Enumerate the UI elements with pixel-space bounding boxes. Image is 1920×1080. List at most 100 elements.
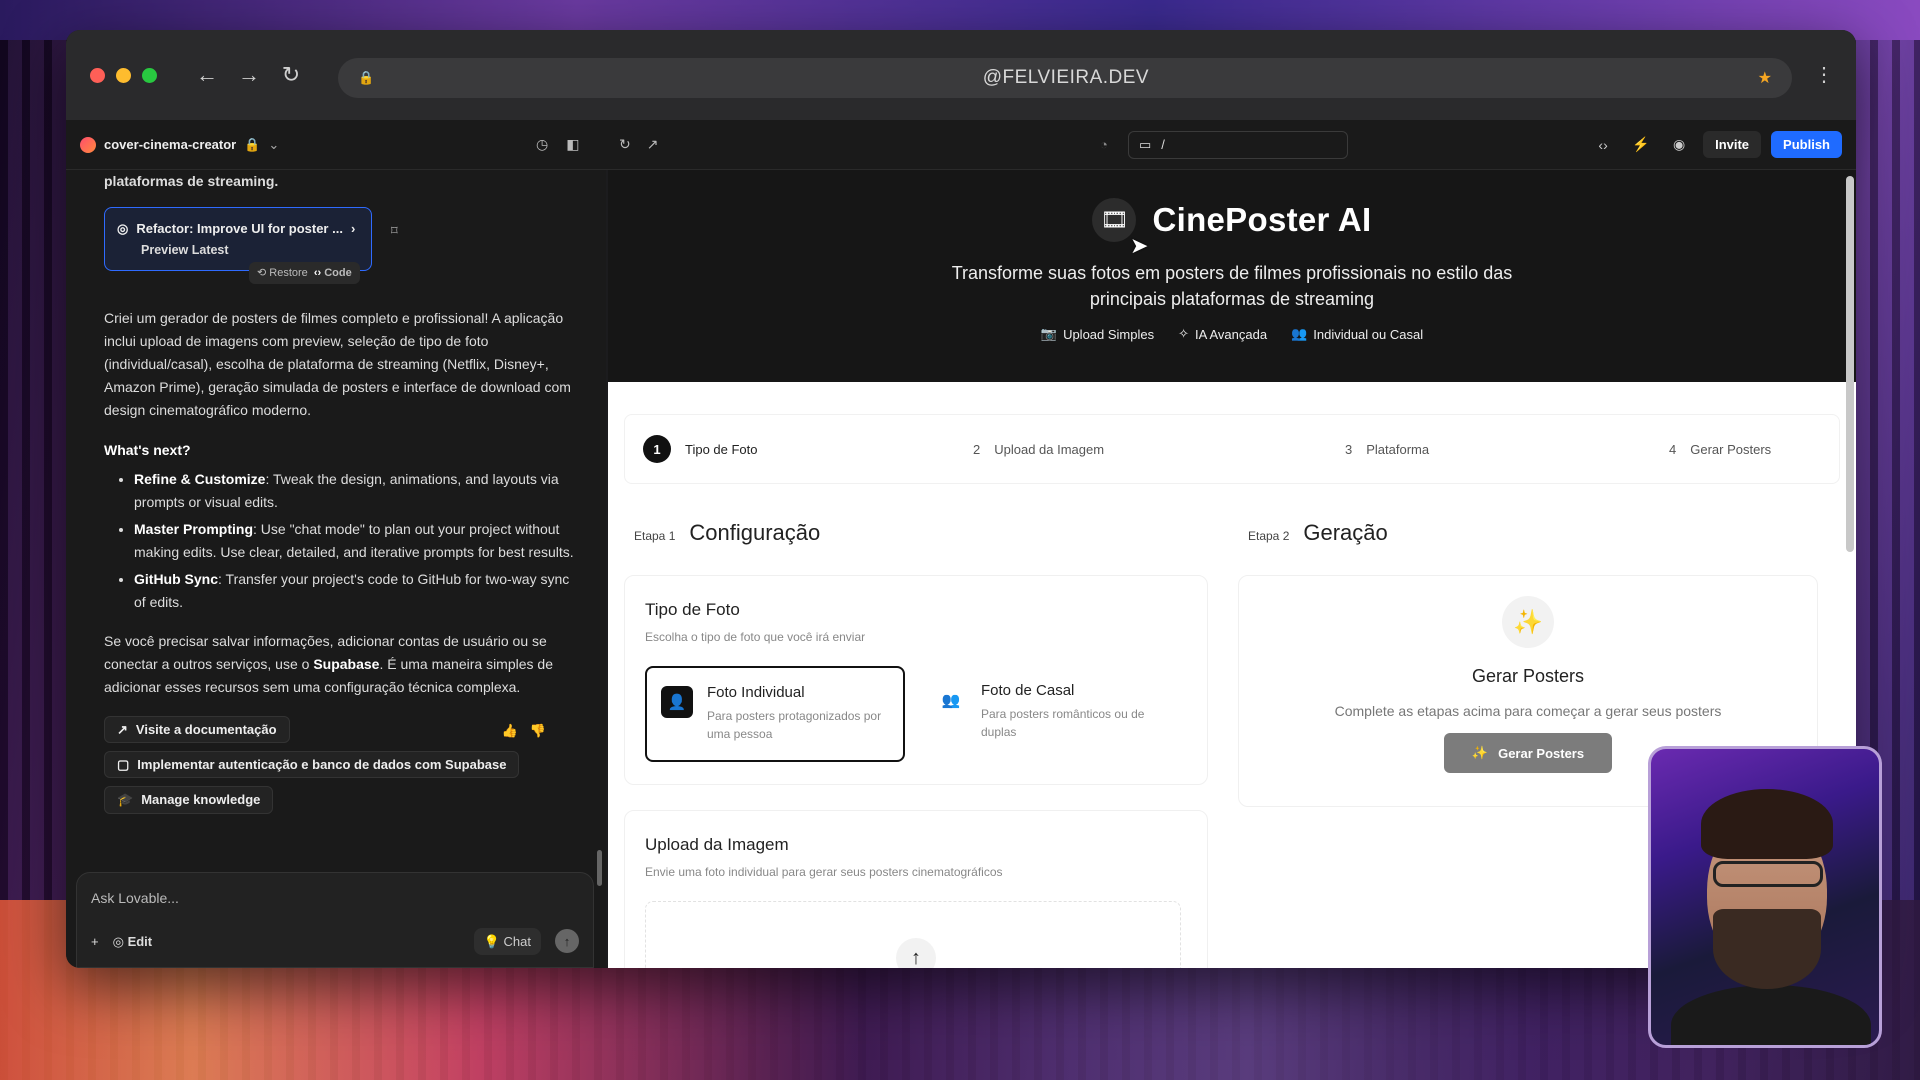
back-arrow-icon[interactable]: ← [193, 62, 221, 88]
tip-title: GitHub Sync [134, 571, 219, 588]
supabase-auth-chip[interactable]: ▢ Implementar autenticação e banco de dad… [104, 750, 520, 779]
step-3[interactable]: 3 Plataforma [1345, 442, 1669, 457]
composer-toolbar: + ◎ Edit 💡 Chat ↑ [91, 927, 579, 955]
magic-wand-icon: ✨ [1471, 745, 1489, 760]
open-external-icon[interactable]: ↗ [647, 136, 659, 153]
tips-list: Refine & Customize: Tweak the design, an… [104, 468, 574, 615]
chevron-down-icon: ⌄ [268, 136, 280, 152]
preview-toolbar: ↻ ↗ [619, 136, 658, 153]
message-icon: ▢ [117, 756, 130, 772]
supabase-icon[interactable]: ⚡ [1627, 131, 1655, 159]
supabase-note: Se você precisar salvar informações, adi… [104, 630, 574, 699]
card-title: Gerar Posters [1471, 666, 1585, 686]
step-label: Tipo de Foto [685, 441, 758, 457]
chat-toolbar: ◷ ◧ [536, 136, 579, 153]
invite-button[interactable]: Invite [1703, 131, 1762, 158]
thumbs-up-icon[interactable]: 👍 [502, 720, 518, 741]
upload-arrow-icon: ↑ [896, 938, 936, 968]
option-individual[interactable]: 👤 Foto Individual Para posters protagoni… [645, 666, 905, 762]
card-desc: Envie uma foto individual para gerar seu… [645, 865, 1003, 879]
upload-dropzone[interactable]: ↑ [645, 901, 1181, 968]
gerar-posters-button[interactable]: ✨ Gerar Posters [1444, 733, 1612, 773]
close-window-button[interactable] [90, 67, 105, 83]
lovable-logo-icon [80, 136, 96, 153]
etapa-label: Etapa 1 [634, 529, 676, 543]
browser-nav: ← → ↻ [193, 62, 305, 88]
hero-subtitle: Transforme suas fotos em posters de film… [951, 263, 1513, 310]
section-title: Configuração [689, 520, 821, 545]
thumbs-down-icon[interactable]: 👎 [530, 720, 546, 741]
restore-label: Restore [269, 266, 308, 279]
knowledge-chip-label: Manage knowledge [141, 792, 261, 808]
webcam-glasses [1713, 861, 1823, 887]
knowledge-chip[interactable]: 🎓 Manage knowledge [104, 786, 274, 814]
users-icon: 👥 [941, 692, 961, 709]
device-icon[interactable]: ◔ [1100, 137, 1108, 152]
code-view-icon[interactable]: ‹› [1589, 131, 1617, 159]
preview-scrollbar[interactable] [1846, 176, 1854, 552]
refresh-preview-icon[interactable]: ↻ [619, 136, 631, 153]
step-label: Upload da Imagem [994, 441, 1105, 457]
docs-chip[interactable]: ↗ Visite a documentação [104, 715, 290, 743]
sidebar-toggle-icon[interactable]: ◧ [566, 136, 579, 153]
section-title: Geração [1303, 520, 1388, 545]
step-label: Plataforma [1366, 441, 1430, 457]
github-icon[interactable]: ◉ [1665, 131, 1693, 159]
step-number: 2 [973, 441, 981, 457]
chat-message-tail: plataformas de streaming. [104, 173, 279, 189]
browser-window: ← → ↻ 🔒 @FELVIEIRA.DEV ★ ⋮ cover-cinema-… [66, 30, 1856, 968]
lock-icon: 🔒 [358, 70, 375, 85]
chat-mode-button[interactable]: 💡 Chat [473, 927, 541, 955]
chat-composer: Ask Lovable... + ◎ Edit 💡 Chat ↑ [76, 872, 594, 968]
step-2[interactable]: 2 Upload da Imagem [973, 442, 1345, 457]
route-path: / [1161, 137, 1165, 152]
publish-button[interactable]: Publish [1771, 131, 1842, 158]
step-4[interactable]: 4 Gerar Posters [1669, 442, 1771, 457]
restore-button[interactable]: ⟲ Restore [257, 264, 308, 282]
card-title: Upload da Imagem [645, 835, 789, 854]
minimize-window-button[interactable] [116, 67, 131, 83]
chat-scrollbar[interactable] [597, 850, 602, 886]
send-button[interactable]: ↑ [555, 929, 579, 954]
maximize-window-button[interactable] [142, 67, 157, 83]
plus-icon[interactable]: + [91, 931, 99, 952]
generation-section-header: Etapa 2 Geração [1248, 520, 1388, 546]
version-card[interactable]: ◎ Refactor: Improve UI for poster ... › … [104, 207, 398, 285]
supabase-auth-chip-label: Implementar autenticação e banco de dado… [137, 756, 507, 772]
edit-mode-label: Edit [127, 933, 153, 949]
project-name: cover-cinema-creator [104, 137, 237, 152]
step-number: 4 [1669, 441, 1677, 457]
tip-item: GitHub Sync: Transfer your project's cod… [134, 568, 574, 614]
chip-row-2: ▢ Implementar autenticação e banco de dad… [104, 750, 574, 786]
lovable-appbar: cover-cinema-creator 🔒 ⌄ ◷ ◧ ↻ ↗ ◔ ▭ / ‹… [66, 120, 1856, 170]
chevron-right-icon: › [350, 221, 356, 237]
edit-mode-button[interactable]: ◎ Edit [113, 931, 153, 952]
project-switcher[interactable]: cover-cinema-creator 🔒 ⌄ [66, 136, 601, 153]
browser-menu-icon[interactable]: ⋮ [1814, 62, 1834, 87]
option-casal[interactable]: 👥 Foto de Casal Para posters românticos … [921, 666, 1181, 762]
history-icon[interactable]: ◷ [536, 136, 548, 153]
hero-features: 📷 Upload Simples ✧ IA Avançada 👥 Individual… [608, 326, 1856, 342]
tip-title: Refine & Customize [134, 470, 266, 487]
bookmark-icon[interactable]: ⌑ [391, 220, 398, 241]
etapa-label: Etapa 2 [1248, 529, 1290, 543]
route-input[interactable]: ▭ / [1128, 130, 1348, 159]
step-indicator: 1 Tipo de Foto 2 Upload da Imagem 3 Plat… [624, 414, 1840, 484]
address-bar[interactable]: 🔒 @FELVIEIRA.DEV ★ [338, 58, 1792, 98]
step-1[interactable]: 1 Tipo de Foto [643, 435, 973, 463]
hero-title: CinePoster AI [1152, 201, 1372, 238]
chat-input[interactable]: Ask Lovable... [91, 887, 579, 910]
magic-wand-icon: ✨ [1502, 596, 1554, 648]
tip-item: Refine & Customize: Tweak the design, an… [134, 468, 574, 514]
mouse-cursor-icon: ➤ [1130, 233, 1149, 258]
reload-icon[interactable]: ↻ [277, 62, 305, 88]
webcam-body [1671, 985, 1871, 1045]
webcam-hair [1701, 789, 1833, 859]
step-number: 3 [1345, 441, 1353, 457]
supabase-link[interactable]: Supabase [313, 656, 379, 672]
tipo-foto-card: Tipo de Foto Escolha o tipo de foto que … [624, 575, 1208, 785]
forward-arrow-icon[interactable]: → [235, 62, 263, 88]
star-icon[interactable]: ★ [1758, 68, 1772, 88]
hero-section: 🎞 CinePoster AI Transforme suas fotos em… [608, 170, 1856, 382]
code-button[interactable]: ‹› Code [314, 264, 352, 282]
